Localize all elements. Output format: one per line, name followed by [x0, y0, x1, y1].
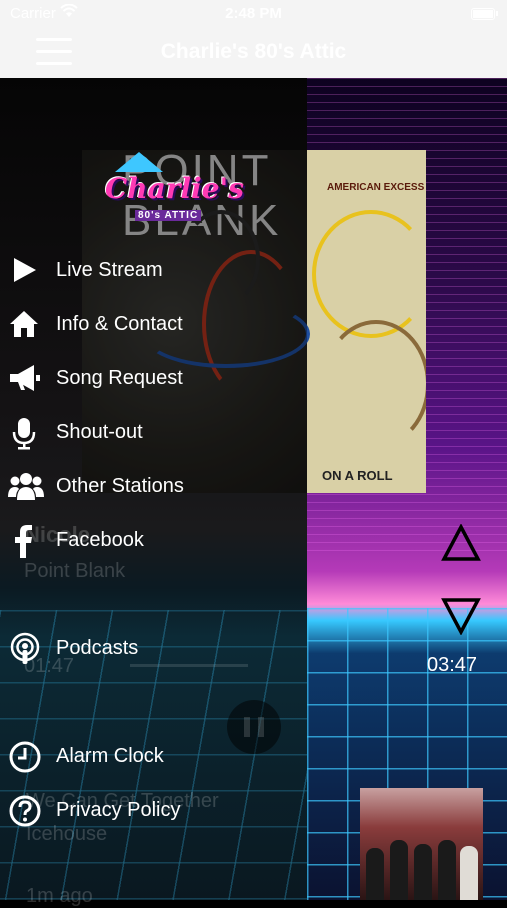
- facebook-icon: [8, 524, 40, 558]
- app-title: Charlie's 80's Attic: [160, 40, 347, 63]
- menu-item-label: Song Request: [56, 367, 183, 389]
- menu-item-facebook[interactable]: Facebook: [0, 514, 307, 564]
- logo-tagline: 80's ATTIC: [135, 210, 202, 221]
- podcast-icon: [8, 632, 40, 664]
- microphone-icon: [8, 416, 40, 450]
- menu-item-label: Podcasts: [56, 637, 139, 659]
- menu-item-label: Other Stations: [56, 475, 184, 497]
- menu-item-label: Info & Contact: [56, 313, 183, 335]
- station-logo: Charlie's 80's ATTIC: [95, 152, 244, 232]
- clock-time: 2:48 PM: [225, 5, 282, 22]
- battery-icon: [471, 8, 498, 20]
- help-icon: [8, 794, 41, 827]
- menu-item-label: Privacy Policy: [56, 799, 181, 821]
- clock-icon: [8, 740, 41, 773]
- track-duration: 03:47: [427, 654, 478, 676]
- menu-item-shout-out[interactable]: Shout-out: [0, 406, 307, 456]
- status-bar: Carrier 2:48 PM: [0, 0, 507, 28]
- menu-item-live-stream[interactable]: Live Stream: [0, 244, 307, 294]
- next-song-thumbnail[interactable]: [360, 788, 483, 900]
- menu-item-other-stations[interactable]: Other Stations: [0, 460, 307, 510]
- logo-name: Charlie's: [105, 172, 244, 205]
- album-sticker-text: ON A ROLL: [322, 468, 393, 483]
- menu-item-song-request[interactable]: Song Request: [0, 352, 307, 402]
- menu-item-label: Shout-out: [56, 421, 143, 443]
- home-icon: [8, 308, 40, 340]
- megaphone-icon: [8, 362, 40, 394]
- menu-item-label: Facebook: [56, 529, 144, 551]
- volume-up-button[interactable]: [441, 523, 481, 567]
- volume-down-button[interactable]: [441, 597, 481, 640]
- nav-bar: Charlie's 80's Attic: [0, 28, 507, 78]
- menu-item-privacy-policy[interactable]: Privacy Policy: [0, 784, 307, 834]
- users-icon: [8, 470, 44, 502]
- play-icon: [8, 254, 40, 286]
- album-subtitle-text: AMERICAN EXCESS: [327, 182, 425, 193]
- menu-item-label: Alarm Clock: [56, 745, 164, 767]
- menu-item-label: Live Stream: [56, 259, 163, 281]
- menu-item-info-contact[interactable]: Info & Contact: [0, 298, 307, 348]
- next-song-time: 1m ago: [26, 885, 93, 907]
- menu-item-podcasts[interactable]: Podcasts: [0, 622, 307, 672]
- menu-item-alarm-clock[interactable]: Alarm Clock: [0, 730, 307, 780]
